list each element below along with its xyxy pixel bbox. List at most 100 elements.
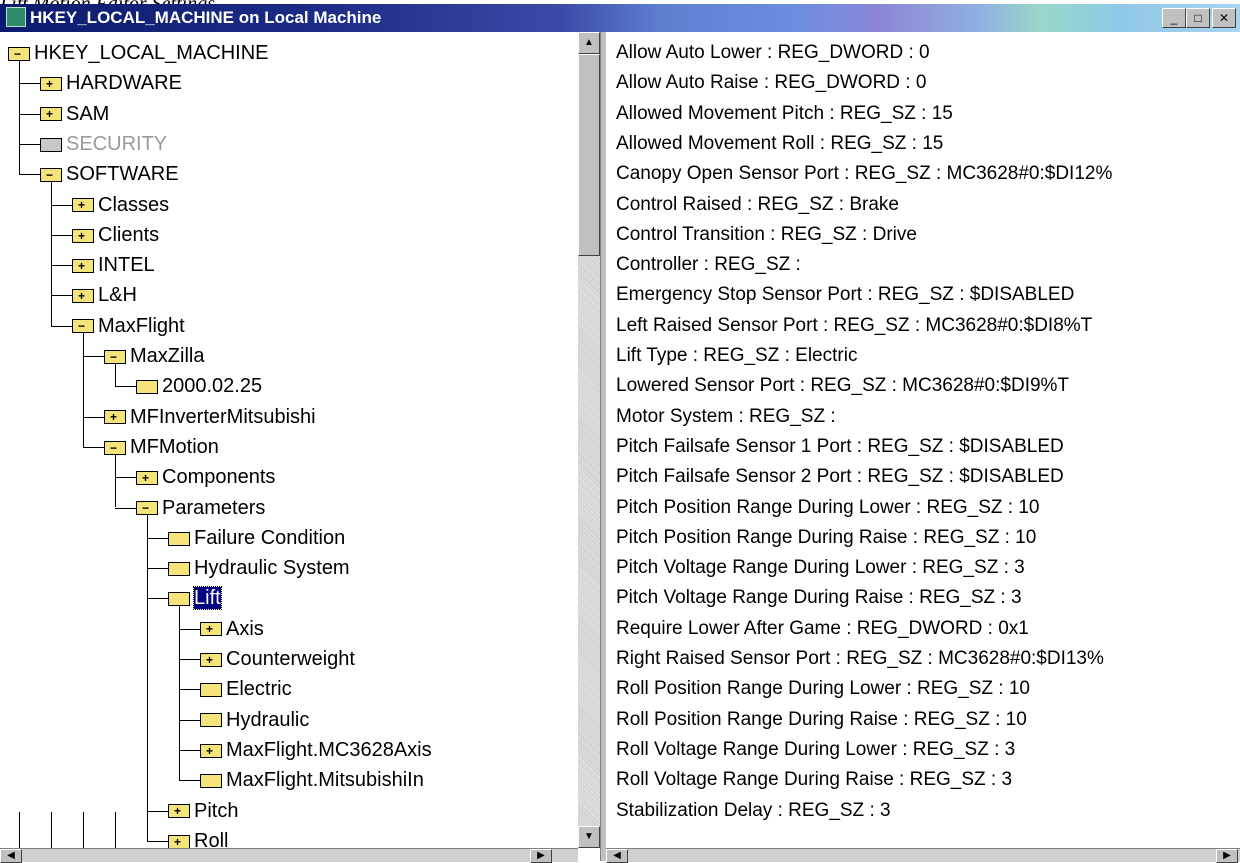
tree-horizontal-scrollbar[interactable]: ◀ ▶ — [0, 848, 578, 863]
values-pane[interactable]: Allow Auto Lower : REG_DWORD : 0 Allow Au… — [606, 32, 1240, 848]
registry-value-row[interactable]: Control Transition : REG_SZ : Drive — [616, 220, 917, 250]
folder-icon[interactable]: + — [200, 622, 222, 637]
minimize-button[interactable]: _ — [1162, 8, 1186, 28]
tree-node[interactable]: − MFMotion — [104, 432, 219, 462]
registry-value-row[interactable]: Pitch Voltage Range During Raise : REG_S… — [616, 583, 1022, 613]
tree-vertical-scrollbar[interactable]: ▲ ▼ — [578, 32, 600, 848]
expand-icon[interactable]: + — [206, 623, 213, 635]
folder-icon[interactable]: − — [136, 501, 158, 516]
folder-icon[interactable]: + — [200, 743, 222, 758]
registry-value-row[interactable]: Pitch Failsafe Sensor 2 Port : REG_SZ : … — [616, 462, 1064, 492]
maximize-button[interactable]: □ — [1186, 8, 1210, 28]
collapse-icon[interactable]: − — [14, 48, 21, 60]
tree-node[interactable]: SECURITY — [40, 129, 167, 159]
expand-icon[interactable]: + — [206, 745, 213, 757]
registry-value-row[interactable]: Lowered Sensor Port : REG_SZ : MC3628#0:… — [616, 371, 1069, 401]
registry-value-row[interactable]: Allowed Movement Pitch : REG_SZ : 15 — [616, 99, 953, 129]
tree-node[interactable]: Failure Condition — [168, 523, 345, 553]
scroll-up-arrow-icon[interactable]: ▲ — [578, 32, 600, 54]
expand-icon[interactable]: + — [46, 108, 53, 120]
tree-node[interactable]: + Classes — [72, 190, 169, 220]
registry-value-row[interactable]: Control Raised : REG_SZ : Brake — [616, 190, 899, 220]
registry-value-row[interactable]: Pitch Position Range During Lower : REG_… — [616, 493, 1039, 523]
tree-node[interactable]: + Roll — [168, 826, 228, 848]
tree-node[interactable]: + Clients — [72, 220, 159, 250]
tree-node[interactable]: + HARDWARE — [40, 68, 182, 98]
tree-node[interactable]: − MaxZilla — [104, 341, 204, 371]
registry-value-row[interactable]: Allow Auto Lower : REG_DWORD : 0 — [616, 38, 930, 68]
values-horizontal-scrollbar[interactable]: ◀ ▶ — [606, 848, 1240, 863]
collapse-icon[interactable]: − — [110, 442, 117, 454]
expand-icon[interactable]: + — [78, 230, 85, 242]
expand-icon[interactable]: + — [142, 472, 149, 484]
tree-node[interactable]: + MaxFlight.MC3628Axis — [200, 735, 432, 765]
tree-node[interactable]: − HKEY_LOCAL_MACHINE — [8, 38, 269, 68]
folder-icon[interactable] — [200, 683, 222, 698]
tree-node[interactable]: + Counterweight — [200, 644, 355, 674]
expand-icon[interactable]: + — [78, 260, 85, 272]
scroll-thumb[interactable] — [578, 54, 600, 256]
scroll-down-arrow-icon[interactable]: ▼ — [578, 826, 600, 848]
registry-value-row[interactable]: Pitch Voltage Range During Lower : REG_S… — [616, 553, 1025, 583]
folder-icon[interactable]: − — [104, 349, 126, 364]
registry-value-row[interactable]: Roll Voltage Range During Raise : REG_SZ… — [616, 765, 1012, 795]
tree-node[interactable]: + MFInverterMitsubishi — [104, 402, 316, 432]
open-folder-icon[interactable] — [168, 592, 190, 607]
folder-icon[interactable]: + — [72, 289, 94, 304]
expand-icon[interactable]: + — [174, 805, 181, 817]
tree-node[interactable]: + INTEL — [72, 250, 155, 280]
folder-icon[interactable]: + — [200, 652, 222, 667]
registry-value-row[interactable]: Roll Position Range During Lower : REG_S… — [616, 674, 1030, 704]
collapse-icon[interactable]: − — [110, 351, 117, 363]
registry-value-row[interactable]: Emergency Stop Sensor Port : REG_SZ : $D… — [616, 280, 1074, 310]
folder-icon[interactable]: + — [136, 470, 158, 485]
tree-node[interactable]: Hydraulic System — [168, 553, 350, 583]
registry-value-row[interactable]: Roll Voltage Range During Lower : REG_SZ… — [616, 735, 1015, 765]
folder-icon[interactable]: + — [104, 410, 126, 425]
tree-node[interactable]: Lift — [168, 583, 222, 613]
expand-icon[interactable]: + — [78, 290, 85, 302]
folder-icon[interactable] — [200, 773, 222, 788]
collapse-icon[interactable]: − — [46, 169, 53, 181]
expand-icon[interactable]: + — [110, 411, 117, 423]
folder-icon[interactable] — [40, 137, 62, 152]
registry-value-row[interactable]: Canopy Open Sensor Port : REG_SZ : MC362… — [616, 159, 1112, 189]
folder-icon[interactable]: + — [72, 228, 94, 243]
tree-node[interactable]: MaxFlight.MitsubishiIn — [200, 765, 424, 795]
folder-icon[interactable]: − — [72, 319, 94, 334]
tree-node[interactable]: + Pitch — [168, 796, 238, 826]
tree-node[interactable]: + SAM — [40, 99, 109, 129]
tree-node[interactable]: − MaxFlight — [72, 311, 185, 341]
folder-icon[interactable]: + — [40, 107, 62, 122]
registry-value-row[interactable]: Allow Auto Raise : REG_DWORD : 0 — [616, 68, 926, 98]
expand-icon[interactable]: + — [46, 78, 53, 90]
folder-icon[interactable] — [200, 713, 222, 728]
registry-app-icon[interactable] — [6, 7, 26, 27]
tree-node[interactable]: Electric — [200, 674, 292, 704]
folder-icon[interactable]: − — [40, 167, 62, 182]
tree-node[interactable]: − SOFTWARE — [40, 159, 179, 189]
registry-value-row[interactable]: Allowed Movement Roll : REG_SZ : 15 — [616, 129, 943, 159]
registry-value-row[interactable]: Right Raised Sensor Port : REG_SZ : MC36… — [616, 644, 1104, 674]
folder-icon[interactable]: + — [72, 258, 94, 273]
folder-icon[interactable]: + — [72, 198, 94, 213]
tree-node[interactable]: + L&H — [72, 280, 137, 310]
folder-icon[interactable] — [168, 561, 190, 576]
registry-value-row[interactable]: Lift Type : REG_SZ : Electric — [616, 341, 857, 371]
registry-value-row[interactable]: Left Raised Sensor Port : REG_SZ : MC362… — [616, 311, 1092, 341]
title-bar[interactable]: HKEY_LOCAL_MACHINE on Local Machine _ □ … — [0, 4, 1240, 32]
collapse-icon[interactable]: − — [142, 502, 149, 514]
registry-value-row[interactable]: Roll Position Range During Raise : REG_S… — [616, 705, 1027, 735]
registry-value-row[interactable]: Controller : REG_SZ : — [616, 250, 801, 280]
key-tree-pane[interactable]: − HKEY_LOCAL_MACHINE + HARDWARE + SAM SECURITY… — [0, 32, 578, 848]
folder-icon[interactable]: + — [168, 804, 190, 819]
registry-value-row[interactable]: Pitch Failsafe Sensor 1 Port : REG_SZ : … — [616, 432, 1064, 462]
registry-value-row[interactable]: Pitch Position Range During Raise : REG_… — [616, 523, 1036, 553]
tree-node[interactable]: − Parameters — [136, 493, 265, 523]
folder-icon[interactable]: + — [40, 77, 62, 92]
tree-node[interactable]: + Axis — [200, 614, 264, 644]
registry-value-row[interactable]: Stabilization Delay : REG_SZ : 3 — [616, 796, 891, 826]
folder-icon[interactable] — [168, 531, 190, 546]
folder-icon[interactable]: + — [168, 834, 190, 848]
registry-value-row[interactable]: Require Lower After Game : REG_DWORD : 0… — [616, 614, 1029, 644]
